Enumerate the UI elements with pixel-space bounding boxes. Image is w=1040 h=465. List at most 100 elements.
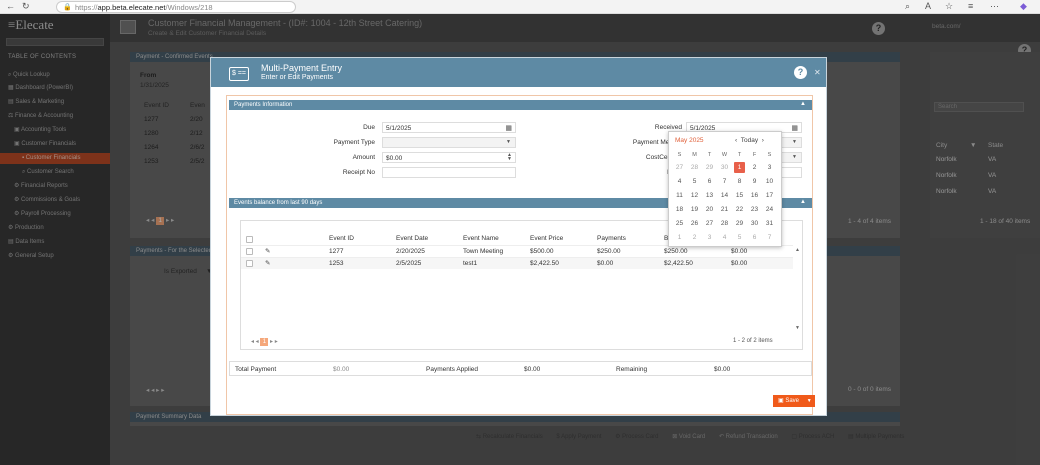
calendar-day[interactable]: 22	[734, 204, 745, 215]
calendar-day[interactable]: 17	[764, 190, 775, 201]
row-checkbox[interactable]	[246, 260, 253, 267]
calendar-day[interactable]: 1	[734, 162, 745, 173]
calendar-day[interactable]: 31	[764, 218, 775, 229]
stepper-icon[interactable]: ▲ ▼	[507, 153, 512, 162]
row-checkbox[interactable]	[246, 248, 253, 255]
close-icon[interactable]: ✕	[814, 68, 821, 77]
favorites-bar-icon[interactable]: ≡	[968, 1, 973, 11]
payments-applied-value: $0.00	[524, 366, 541, 373]
cell-balance: $2,422.50	[664, 260, 693, 267]
grid-header-event-name[interactable]: Event Name	[463, 233, 499, 245]
grid-pager-controls[interactable]: ◂ ◂ 1 ▸ ▸	[251, 338, 278, 346]
calendar-day[interactable]: 3	[704, 232, 715, 243]
collapse-icon[interactable]: ▲	[800, 101, 806, 107]
calendar-day[interactable]: 23	[749, 204, 760, 215]
calendar-icon[interactable]: ▦	[505, 124, 512, 132]
cell-payments: $0.00	[597, 260, 614, 267]
receipt-no-input[interactable]	[382, 167, 516, 178]
payments-info-header[interactable]: Payments Information ▲	[229, 100, 812, 110]
calendar-day[interactable]: 27	[674, 162, 685, 173]
calendar-day[interactable]: 5	[734, 232, 745, 243]
grid-pager-info: 1 - 2 of 2 items	[733, 338, 773, 344]
calendar-day[interactable]: 30	[719, 162, 730, 173]
read-aloud-icon[interactable]: A	[925, 1, 931, 11]
calendar-day[interactable]: 20	[704, 204, 715, 215]
weekday-label: S	[677, 152, 682, 158]
chevron-down-icon[interactable]: ▼	[807, 398, 812, 404]
calendar-day[interactable]: 3	[764, 162, 775, 173]
calendar-day[interactable]: 24	[764, 204, 775, 215]
due-date-input[interactable]: 5/1/2025 ▦	[382, 122, 516, 133]
calendar-day[interactable]: 4	[674, 176, 685, 187]
address-bar[interactable]: 🔒 https://app.beta.elecate.net/Windows/2…	[56, 1, 296, 13]
scroll-up-icon[interactable]: ▲	[795, 247, 800, 253]
copilot-icon[interactable]: ◆	[1020, 1, 1027, 12]
calendar-day[interactable]: 2	[689, 232, 700, 243]
totals-bar: Total Payment $0.00 Payments Applied $0.…	[229, 361, 812, 376]
grid-header-event-date[interactable]: Event Date	[396, 233, 428, 245]
calendar-day[interactable]: 5	[689, 176, 700, 187]
calendar-day[interactable]: 21	[719, 204, 730, 215]
help-icon[interactable]: ?	[794, 66, 807, 79]
payment-type-select[interactable]: ▼	[382, 137, 516, 148]
calendar-day[interactable]: 28	[689, 162, 700, 173]
favorite-icon[interactable]: ☆	[945, 1, 953, 12]
weekday-label: T	[707, 152, 712, 158]
calendar-day[interactable]: 12	[689, 190, 700, 201]
calendar-day[interactable]: 13	[704, 190, 715, 201]
scroll-down-icon[interactable]: ▼	[795, 325, 800, 331]
calendar-day[interactable]: 25	[674, 218, 685, 229]
amount-label: Amount	[352, 154, 375, 161]
grid-header-event-id[interactable]: Event ID	[329, 233, 354, 245]
calendar-day[interactable]: 29	[734, 218, 745, 229]
zoom-icon[interactable]: ⌕	[905, 1, 910, 12]
table-row[interactable]: ✎ 1253 2/5/2025 test1 $2,422.50 $0.00 $2…	[241, 257, 793, 269]
amount-input[interactable]: $0.00 ▲ ▼	[382, 152, 516, 163]
calendar-month[interactable]: May 2025	[675, 137, 704, 144]
cell-applied[interactable]: $0.00	[731, 258, 747, 270]
calendar-day[interactable]: 27	[704, 218, 715, 229]
calendar-day[interactable]: 7	[719, 176, 730, 187]
calendar-day[interactable]: 11	[674, 190, 685, 201]
calendar-day[interactable]: 9	[749, 176, 760, 187]
calendar-day[interactable]: 6	[704, 176, 715, 187]
calendar-day[interactable]: 7	[764, 232, 775, 243]
current-page[interactable]: 1	[260, 338, 269, 346]
pencil-icon[interactable]: ✎	[265, 258, 270, 270]
cell-event-name: test1	[463, 260, 478, 267]
more-icon[interactable]: ⋯	[990, 1, 999, 12]
refresh-icon[interactable]: ↻	[22, 1, 30, 12]
calendar-day[interactable]: 10	[764, 176, 775, 187]
section-title: Events balance from last 90 days	[234, 200, 323, 206]
chevron-down-icon: ▼	[506, 139, 511, 145]
calendar-day[interactable]: 6	[749, 232, 760, 243]
grid-scrollbar[interactable]: ▲ ▼	[794, 245, 802, 335]
calendar-day[interactable]: 16	[749, 190, 760, 201]
calendar-day[interactable]: 8	[734, 176, 745, 187]
prev-month-icon[interactable]: ‹	[735, 137, 737, 144]
received-label: Received	[654, 124, 682, 131]
due-label: Due	[363, 124, 375, 131]
calendar-day[interactable]: 19	[689, 204, 700, 215]
back-icon[interactable]: ←	[6, 1, 15, 11]
calendar-day[interactable]: 28	[719, 218, 730, 229]
calendar-day[interactable]: 26	[689, 218, 700, 229]
save-button[interactable]: ▣ Save ▼	[773, 395, 815, 407]
remaining-label: Remaining	[616, 366, 648, 373]
calendar-day[interactable]: 1	[674, 232, 685, 243]
calendar-icon[interactable]: ▦	[791, 124, 798, 132]
calendar-day[interactable]: 14	[719, 190, 730, 201]
calendar-day[interactable]: 18	[674, 204, 685, 215]
grid-header-payments[interactable]: Payments	[597, 233, 626, 245]
calendar-day[interactable]: 4	[719, 232, 730, 243]
today-button[interactable]: Today	[741, 137, 758, 144]
date-picker-popup: May 2025 ‹ Today › S M T W T F S 27 28 29 30 1 2 3 4 5 6…	[668, 131, 782, 247]
next-month-icon[interactable]: ›	[762, 137, 764, 144]
select-all-checkbox[interactable]	[246, 236, 253, 243]
calendar-day[interactable]: 30	[749, 218, 760, 229]
calendar-day[interactable]: 15	[734, 190, 745, 201]
calendar-day[interactable]: 2	[749, 162, 760, 173]
calendar-day[interactable]: 29	[704, 162, 715, 173]
grid-header-event-price[interactable]: Event Price	[530, 233, 563, 245]
collapse-icon[interactable]: ▲	[800, 199, 806, 205]
